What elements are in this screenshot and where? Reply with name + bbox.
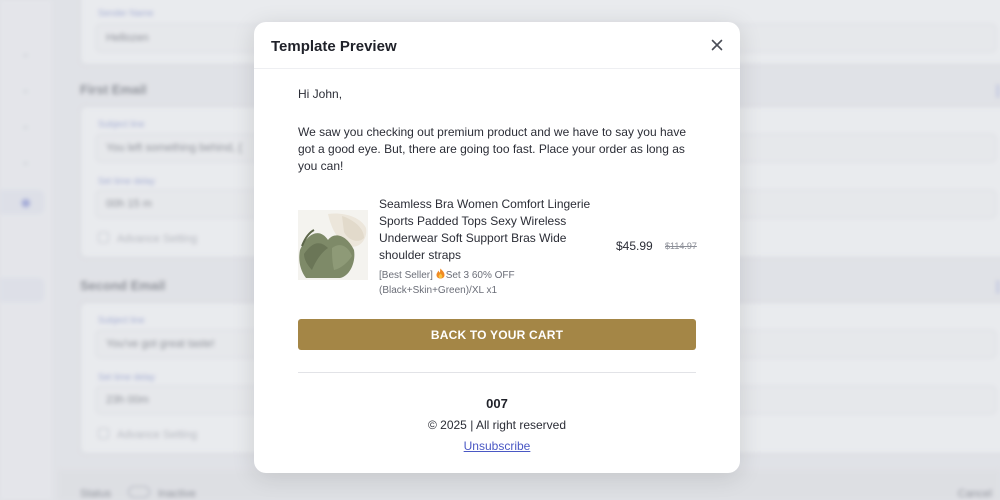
modal-header: Template Preview [254,22,740,69]
close-icon[interactable] [708,36,726,54]
product-image [298,210,368,280]
product-variant: [Best Seller] Set 3 60% OFF (Black+Skin+… [379,268,599,298]
fire-icon [436,268,445,279]
modal-title: Template Preview [271,38,397,55]
brand-name: 007 [486,396,508,411]
unsubscribe-line: Unsubscribe [298,439,696,453]
product-old-price: $114.97 [665,241,697,251]
footer-divider [298,372,696,373]
unsubscribe-link[interactable]: Unsubscribe [464,439,531,453]
back-to-cart-button[interactable]: BACK TO YOUR CART [298,319,696,350]
copyright-text: © 2025 | All right reserved [427,418,567,432]
variant-badge: [Best Seller] [379,270,433,281]
email-body: We saw you checking out premium product … [298,125,686,173]
product-price: $45.99 [616,239,653,253]
product-name: Seamless Bra Women Comfort Lingerie Spor… [379,197,591,262]
template-preview-modal: Template Preview Hi John, We saw you che… [254,22,740,473]
email-greeting: Hi John, [298,87,343,101]
product-item: Seamless Bra Women Comfort Lingerie Spor… [298,196,697,300]
